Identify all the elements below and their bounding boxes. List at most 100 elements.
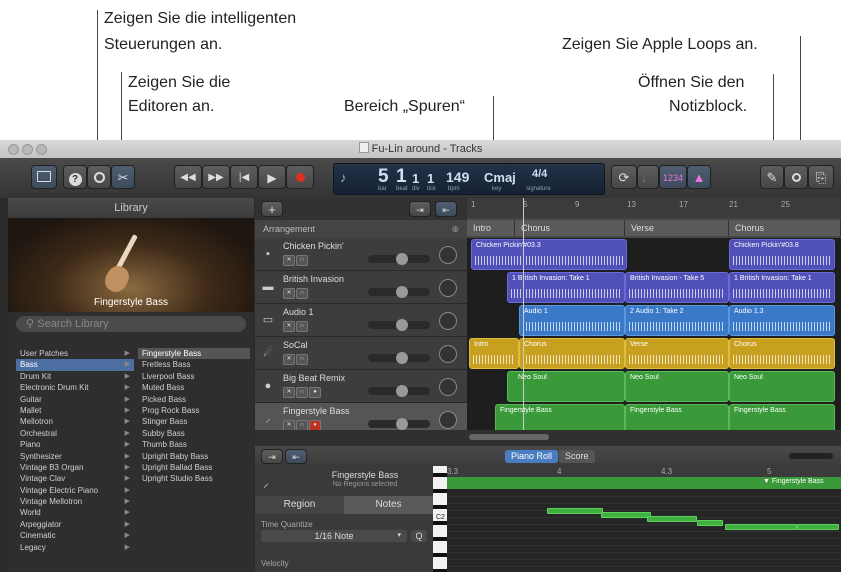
volume-slider-knob[interactable] [396,319,408,331]
filter-button[interactable]: ⇤ [435,201,457,217]
horizontal-scrollbar[interactable] [469,434,549,440]
library-category-item[interactable]: Legacy ▶ [16,542,134,553]
library-category-item[interactable]: Drum Kit ▶ [16,371,134,382]
rewind-button[interactable]: ◀◀ [174,165,202,189]
region-british-invasion-3[interactable]: 1 British Invasion: Take 1 [729,272,835,303]
pan-knob[interactable] [439,378,457,396]
volume-slider[interactable] [368,418,430,430]
notepad-button[interactable]: ✎ [760,165,784,189]
tuner-button[interactable]: ♩ [637,165,659,189]
library-sound-item[interactable]: Upright Studio Bass [138,473,250,484]
library-category-item[interactable]: Piano ▶ [16,439,134,450]
library-sound-item[interactable]: Stinger Bass [138,416,250,427]
library-category-item[interactable]: Cinematic ▶ [16,530,134,541]
region-socal-chorus[interactable]: Chorus [519,338,625,369]
record-button[interactable] [286,165,314,189]
volume-slider[interactable] [368,319,430,331]
library-category-item[interactable]: Mellotron ▶ [16,416,134,427]
library-category-item[interactable]: Vintage B3 Organ ▶ [16,462,134,473]
region-british-invasion-1[interactable]: 1 British Invasion: Take 1 [507,272,625,303]
track-header[interactable]: ● Big Beat Remix ✕ ∩ ● [255,370,467,403]
region-neo-soul-1[interactable]: Neo Soul [507,371,625,402]
apple-loops-button[interactable] [784,165,808,189]
library-sound-item[interactable]: Muted Bass [138,382,250,393]
midi-note[interactable] [601,512,651,518]
smart-controls-button[interactable] [87,165,111,189]
mute-button[interactable]: ✕ [283,387,295,398]
editor-ruler[interactable]: 3.3 4 4.3 5 [447,466,841,477]
editor-filter-button[interactable]: ⇤ [285,449,307,464]
library-sound-item[interactable]: Upright Baby Bass [138,451,250,462]
record-enable-button[interactable]: ● [309,387,321,398]
region-neo-soul-3[interactable]: Neo Soul [729,371,835,402]
region-socal-verse[interactable]: Verse [625,338,729,369]
go-to-beginning-button[interactable]: |◀ [230,165,258,189]
volume-slider-knob[interactable] [396,253,408,265]
library-category-item[interactable]: Guitar ▶ [16,394,134,405]
library-category-item[interactable]: Vintage Electric Piano ▶ [16,485,134,496]
library-category-item[interactable]: World ▶ [16,507,134,518]
region-chicken-pickin-1[interactable]: Chicken Pickin'#03.3 [471,239,627,270]
fast-forward-button[interactable]: ▶▶ [202,165,230,189]
pan-knob[interactable] [439,312,457,330]
solo-button[interactable]: ∩ [296,321,308,332]
editor-region-bar[interactable]: ▼ Fingerstyle Bass [447,477,841,489]
library-sound-item[interactable]: Picked Bass [138,394,250,405]
solo-button[interactable]: ∩ [296,387,308,398]
library-category-item[interactable]: Bass ▶ [16,359,134,371]
library-sound-item[interactable]: Subby Bass [138,428,250,439]
region-fingerstyle-bass-1[interactable]: Fingerstyle Bass [495,404,625,430]
library-sound-item[interactable]: Fretless Bass [138,359,250,370]
piano-keyboard[interactable]: C2 [433,466,447,572]
quantize-button[interactable]: Q [411,530,427,542]
mute-button[interactable]: ✕ [283,321,295,332]
region-british-invasion-2[interactable]: British Invasion - Take 5 [625,272,729,303]
search-library-field[interactable]: ⚲ Search Library [16,316,246,332]
track-name[interactable]: Audio 1 [283,307,314,317]
region-chicken-pickin-2[interactable]: Chicken Pickin'#03.8 [729,239,835,270]
track-header[interactable]: ▭ Audio 1 ✕ ∩ [255,304,467,337]
library-button[interactable] [31,165,57,189]
lcd-display[interactable]: ♪ 5 1 1 1 bar beat div tick 149 bpm Cmaj… [333,163,605,195]
volume-slider[interactable] [368,352,430,364]
add-marker-icon[interactable]: ⊕ [451,220,459,238]
lcd-key[interactable]: Cmaj [484,170,516,185]
volume-slider-knob[interactable] [396,385,408,397]
library-category-item[interactable]: Synthesizer ▶ [16,451,134,462]
library-category-item[interactable]: Vintage Clav ▶ [16,473,134,484]
media-browser-button[interactable]: ⎘ [808,165,834,189]
track-header[interactable]: ▬ British Invasion ✕ ∩ [255,271,467,304]
library-category-item[interactable]: User Patches ▶ [16,348,134,359]
volume-slider[interactable] [368,385,430,397]
volume-slider-knob[interactable] [396,352,408,364]
track-name[interactable]: British Invasion [283,274,344,284]
solo-button[interactable]: ∩ [296,288,308,299]
library-sound-item[interactable]: Fingerstyle Bass [138,348,250,360]
mute-button[interactable]: ✕ [283,354,295,365]
midi-note[interactable] [797,524,839,530]
add-track-button[interactable]: + [261,201,283,217]
tab-score[interactable]: Score [559,450,595,463]
marker-chorus[interactable]: Chorus [515,220,625,236]
solo-button[interactable]: ∩ [296,354,308,365]
track-header[interactable]: ☄ SoCal ✕ ∩ [255,337,467,370]
tab-piano-roll[interactable]: Piano Roll [505,450,559,463]
library-sound-item[interactable]: Thumb Bass [138,439,250,450]
mute-button[interactable]: ✕ [283,288,295,299]
piano-roll-grid[interactable]: 3.3 4 4.3 5 ▼ Fingerstyle Bass [447,466,841,572]
metronome-button[interactable]: ▲ [687,165,711,189]
editor-zoom-slider[interactable] [789,453,833,459]
count-in-button[interactable]: 1234 [659,165,687,189]
pan-knob[interactable] [439,411,457,429]
volume-slider-knob[interactable] [396,418,408,430]
library-category-item[interactable]: Vintage Mellotron ▶ [16,496,134,507]
solo-button[interactable]: ∩ [296,255,308,266]
tab-notes[interactable]: Notes [344,496,433,514]
editors-button[interactable]: ✂ [111,165,135,189]
region-neo-soul-2[interactable]: Neo Soul [625,371,729,402]
pan-knob[interactable] [439,246,457,264]
region-socal-intro[interactable]: Intro [469,338,519,369]
track-name[interactable]: Fingerstyle Bass [283,406,350,416]
play-button[interactable]: ▶ [258,165,286,189]
pan-knob[interactable] [439,345,457,363]
